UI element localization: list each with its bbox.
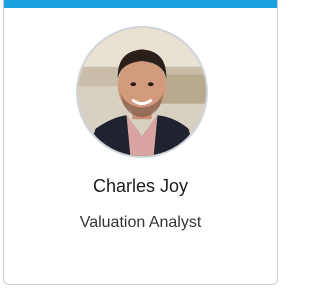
person-photo-icon: [78, 28, 206, 156]
profile-title: Valuation Analyst: [79, 214, 202, 231]
card-accent-bar: [4, 0, 277, 8]
profile-name: Charles Joy: [92, 176, 189, 196]
avatar: [76, 26, 208, 158]
profile-card: Charles Joy Valuation Analyst: [3, 0, 278, 285]
